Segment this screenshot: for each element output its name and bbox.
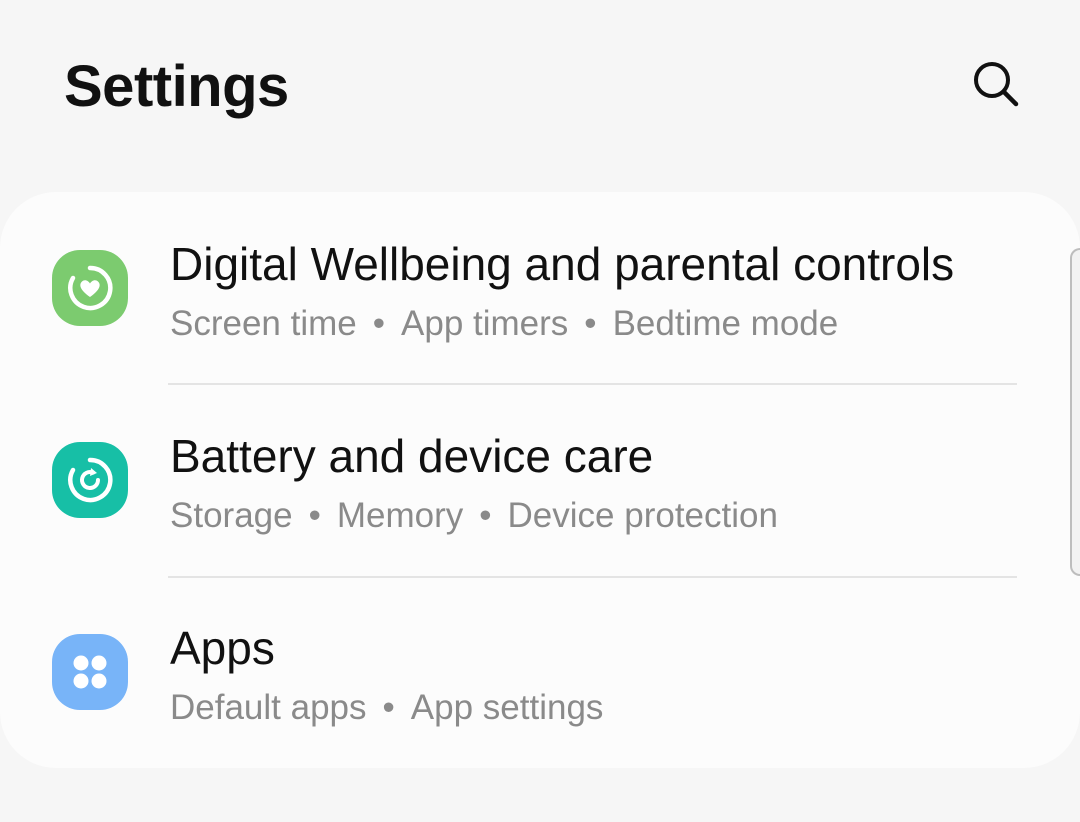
separator-dot: • (382, 688, 395, 727)
separator-dot: • (372, 304, 386, 343)
subtitle-part: Device protection (507, 496, 778, 535)
separator-dot: • (479, 496, 492, 535)
apps-grid-icon (73, 655, 107, 689)
app-header: Settings (0, 0, 1080, 170)
subtitle-part: App timers (401, 304, 569, 343)
separator-dot: • (584, 304, 597, 343)
subtitle-part: Bedtime mode (612, 304, 839, 343)
item-subtitle: Default apps • App settings (170, 686, 603, 730)
item-subtitle: Screen time • App timers • Bedtime mode (170, 302, 838, 346)
settings-item-battery-device-care[interactable]: Battery and device care Storage • Memory • D… (0, 384, 1080, 576)
separator-dot: • (308, 496, 321, 535)
scroll-handle[interactable] (1070, 248, 1080, 576)
item-subtitle: Storage • Memory • Device protection (170, 494, 778, 538)
subtitle-part: App settings (410, 688, 604, 727)
search-button[interactable] (960, 52, 1032, 116)
device-care-icon (52, 442, 128, 518)
digital-wellbeing-icon (52, 250, 128, 326)
subtitle-part: Storage (170, 496, 293, 535)
subtitle-part: Screen time (170, 304, 357, 343)
item-title: Apps (170, 622, 275, 674)
apps-icon (52, 634, 128, 710)
item-title: Digital Wellbeing and parental controls (170, 238, 955, 290)
settings-card: Digital Wellbeing and parental controls … (0, 192, 1080, 768)
search-icon (974, 62, 1019, 107)
device-care-refresh-icon (68, 457, 113, 503)
item-title: Battery and device care (170, 430, 654, 482)
page-title: Settings (64, 54, 289, 119)
wellbeing-heart-icon (68, 265, 113, 311)
subtitle-part: Default apps (170, 688, 367, 727)
settings-item-digital-wellbeing[interactable]: Digital Wellbeing and parental controls … (0, 192, 1080, 384)
settings-item-apps[interactable]: Apps Default apps • App settings (0, 576, 1080, 768)
subtitle-part: Memory (336, 496, 464, 535)
